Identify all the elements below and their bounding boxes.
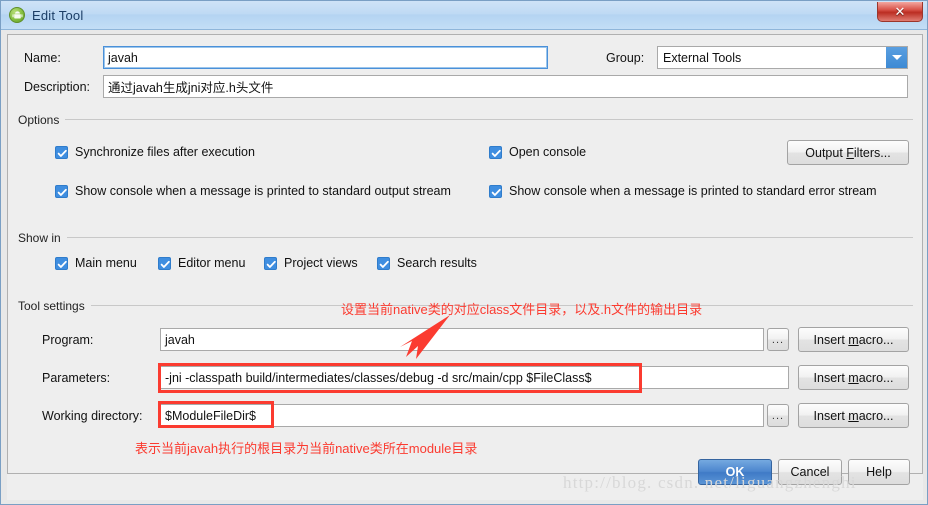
window-title: Edit Tool	[32, 7, 84, 23]
options-group-divider	[64, 119, 913, 120]
help-button[interactable]: Help	[848, 459, 910, 485]
output-filters-button[interactable]: Output Filters...	[787, 140, 909, 165]
working-directory-browse-button[interactable]: ...	[767, 404, 789, 427]
insert-macro-label: Insert macro...	[813, 332, 894, 347]
watermark-text: http://blog. csdn. net/liguangzhenghi	[563, 473, 857, 492]
options-group-title: Options	[18, 113, 66, 127]
program-insert-macro-button[interactable]: Insert macro...	[798, 327, 909, 352]
check-icon	[55, 184, 68, 198]
group-select[interactable]: External Tools	[657, 46, 908, 69]
checkbox-project-views[interactable]: Project views	[264, 256, 358, 270]
group-select-value: External Tools	[663, 50, 742, 65]
insert-macro-label: Insert macro...	[813, 370, 894, 385]
show-in-group-divider	[64, 237, 913, 238]
working-directory-insert-macro-button[interactable]: Insert macro...	[798, 403, 909, 428]
parameters-input[interactable]: -jni -classpath build/intermediates/clas…	[160, 366, 789, 389]
annotation-arrow-icon	[400, 315, 450, 359]
insert-macro-label: Insert macro...	[813, 408, 894, 423]
check-icon	[158, 256, 171, 270]
name-label: Name:	[24, 51, 61, 65]
check-icon	[377, 256, 390, 270]
checkbox-label: Show console when a message is printed t…	[75, 184, 451, 198]
check-icon	[489, 145, 502, 159]
program-label: Program:	[42, 333, 94, 347]
name-input[interactable]: javah	[103, 46, 548, 69]
checkbox-label: Project views	[284, 256, 358, 270]
checkbox-search-results[interactable]: Search results	[377, 256, 477, 270]
parameters-label: Parameters:	[42, 371, 111, 385]
check-icon	[55, 256, 68, 270]
edit-tool-dialog: Edit Tool ✕ Name: javah Group: External …	[0, 0, 928, 505]
checkbox-label: Open console	[509, 145, 587, 159]
checkbox-label: Show console when a message is printed t…	[509, 184, 877, 198]
android-robot-icon	[9, 7, 25, 23]
program-input[interactable]: javah	[160, 328, 764, 351]
check-icon	[264, 256, 277, 270]
check-icon	[55, 145, 68, 159]
checkbox-label: Main menu	[75, 256, 137, 270]
checkbox-open-console[interactable]: Open console	[489, 145, 586, 159]
checkbox-show-console-stderr[interactable]: Show console when a message is printed t…	[489, 184, 877, 198]
checkbox-show-console-stdout[interactable]: Show console when a message is printed t…	[55, 184, 451, 198]
check-icon	[489, 184, 502, 198]
dialog-body: Name: javah Group: External Tools Descri…	[7, 34, 923, 474]
group-label: Group:	[606, 51, 645, 65]
parameters-insert-macro-button[interactable]: Insert macro...	[798, 365, 909, 390]
tool-settings-group-title: Tool settings	[18, 299, 91, 313]
description-label: Description:	[24, 80, 90, 94]
checkbox-editor-menu[interactable]: Editor menu	[158, 256, 245, 270]
checkbox-label: Search results	[397, 256, 477, 270]
annotation-bottom-note: 表示当前javah执行的根目录为当前native类所在module目录	[135, 441, 478, 456]
title-bar: Edit Tool ✕	[1, 1, 927, 30]
working-directory-input[interactable]: $ModuleFileDir$	[160, 404, 764, 427]
working-directory-label: Working directory:	[42, 409, 143, 423]
show-in-group-title: Show in	[18, 231, 67, 245]
output-filters-label: Output Filters...	[805, 145, 891, 160]
checkbox-label: Synchronize files after execution	[75, 145, 255, 159]
close-button[interactable]: ✕	[877, 2, 923, 22]
checkbox-synchronize-files[interactable]: Synchronize files after execution	[55, 145, 255, 159]
chevron-down-icon[interactable]	[886, 47, 907, 68]
program-browse-button[interactable]: ...	[767, 328, 789, 351]
checkbox-label: Editor menu	[178, 256, 246, 270]
checkbox-main-menu[interactable]: Main menu	[55, 256, 137, 270]
description-input[interactable]: 通过javah生成jni对应.h头文件	[103, 75, 908, 98]
